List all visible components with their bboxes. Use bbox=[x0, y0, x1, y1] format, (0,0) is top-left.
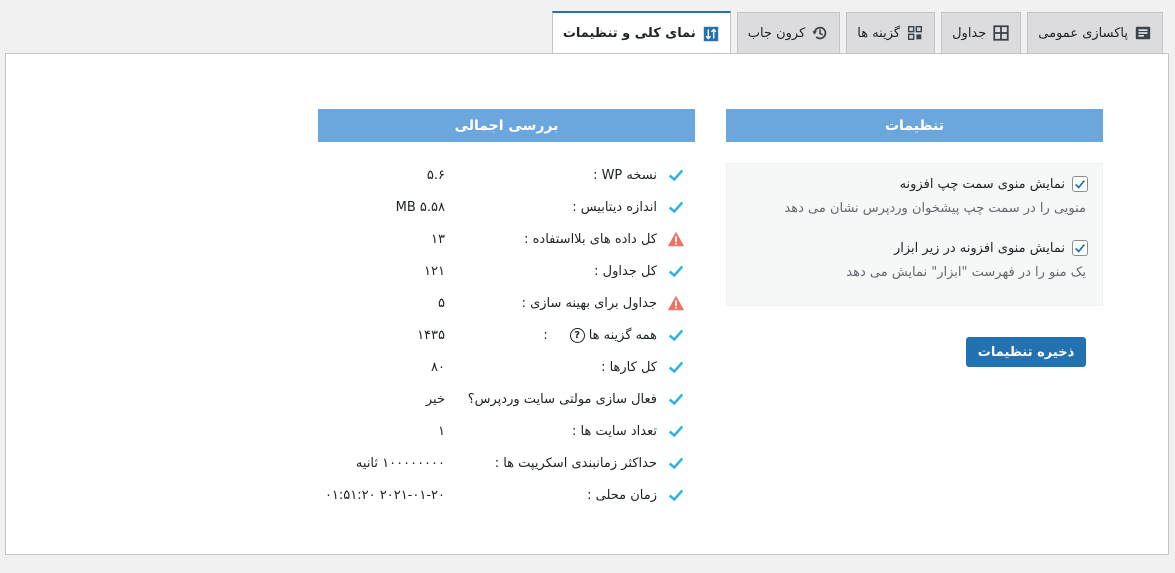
notes-icon bbox=[1134, 24, 1152, 42]
stat-label: اندازه دیتابیس : bbox=[572, 199, 657, 215]
table-icon bbox=[992, 24, 1010, 42]
stat-row: اندازه دیتابیس : MB ۵.۵۸ bbox=[318, 191, 695, 223]
stat-value: ۲۰۲۱-۰۱-۲۰ ۰۱:۵۱:۲۰ bbox=[324, 487, 445, 503]
check-icon bbox=[667, 358, 685, 376]
checkmark-icon bbox=[1075, 179, 1086, 189]
tab-cron-jobs[interactable]: کرون جاب bbox=[736, 12, 841, 53]
stat-label: زمان محلی : bbox=[587, 487, 657, 503]
check-icon bbox=[667, 326, 685, 344]
warning-icon bbox=[667, 230, 685, 248]
stat-value: ۱۲۱ bbox=[424, 263, 445, 279]
checkmark-icon bbox=[1075, 243, 1086, 253]
stat-row: فعال سازی مولتی سایت وردپرس؟ خیر bbox=[318, 383, 695, 415]
tools-menu-checkbox[interactable] bbox=[1072, 240, 1088, 256]
tab-label: پاکسازی عمومی bbox=[1038, 25, 1128, 41]
settings-box: نمایش منوی سمت چپ افزونه منویی را در سمت… bbox=[726, 163, 1103, 306]
tab-general-cleanup[interactable]: پاکسازی عمومی bbox=[1027, 12, 1163, 53]
stat-value: خیر bbox=[425, 391, 445, 407]
main-panel: تنظیمات نمایش منوی سمت چپ افزونه منویی ر… bbox=[5, 53, 1169, 555]
stat-row: زمان محلی : ۲۰۲۱-۰۱-۲۰ ۰۱:۵۱:۲۰ bbox=[318, 479, 695, 511]
help-icon[interactable]: ? bbox=[569, 327, 585, 343]
tab-bar: پاکسازی عمومی جداول گزینه ها کرون جاب نم… bbox=[551, 10, 1163, 54]
check-icon bbox=[667, 454, 685, 472]
stats-list: نسخه WP : ۵.۶ اندازه دیتابیس : MB ۵.۵۸ ک… bbox=[318, 159, 695, 511]
history-icon bbox=[811, 24, 829, 42]
tab-label: گزینه ها bbox=[857, 25, 901, 41]
stat-value: ۵.۶ bbox=[426, 167, 445, 183]
option-left-menu: نمایش منوی سمت چپ افزونه منویی را در سمت… bbox=[741, 176, 1088, 216]
stat-label: کل کارها : bbox=[601, 359, 657, 375]
save-settings-button[interactable]: ذخیره تنظیمات bbox=[966, 337, 1086, 367]
tab-overview-settings[interactable]: نمای کلی و تنظیمات bbox=[551, 11, 731, 54]
option-description: منویی را در سمت چپ پیشخوان وردپرس نشان م… bbox=[784, 201, 1086, 216]
stat-value: ۱۳ bbox=[431, 231, 445, 247]
check-icon bbox=[667, 390, 685, 408]
overview-section: بررسی اجمالی نسخه WP : ۵.۶ اندازه دیتابی… bbox=[318, 109, 695, 511]
options-grid-icon bbox=[906, 24, 924, 42]
stat-row: تعداد سایت ها : ۱ bbox=[318, 415, 695, 447]
check-icon bbox=[667, 198, 685, 216]
stat-label: تعداد سایت ها : bbox=[572, 423, 657, 439]
stat-value: ۵ bbox=[438, 295, 445, 311]
stat-value: ۸۰ bbox=[431, 359, 445, 375]
stat-label-text: همه گزینه ها bbox=[588, 327, 657, 343]
stat-label: کل داده های بلااستفاده : bbox=[524, 231, 657, 247]
check-icon bbox=[667, 166, 685, 184]
stat-value: ۱۰۰۰۰۰۰۰۰ ثانیه bbox=[355, 455, 445, 471]
tab-label: جداول bbox=[952, 25, 987, 41]
stat-value: ۱ bbox=[438, 423, 445, 439]
stat-row: کل جداول : ۱۲۱ bbox=[318, 255, 695, 287]
stat-value: ۱۴۳۵ bbox=[417, 327, 445, 343]
stat-label: همه گزینه ها ? : bbox=[543, 327, 657, 343]
tab-label: نمای کلی و تنظیمات bbox=[562, 26, 696, 41]
check-icon bbox=[667, 262, 685, 280]
stat-row: کل داده های بلااستفاده : ۱۳ bbox=[318, 223, 695, 255]
check-icon bbox=[667, 486, 685, 504]
stat-row: حداکثر زمانبندی اسکریپت ها : ۱۰۰۰۰۰۰۰۰ ث… bbox=[318, 447, 695, 479]
warning-icon bbox=[667, 294, 685, 312]
tab-tables[interactable]: جداول bbox=[941, 12, 1022, 53]
stat-label: کل جداول : bbox=[594, 263, 657, 279]
option-description: یک منو را در فهرست "ابزار" نمایش می دهد bbox=[846, 265, 1086, 280]
tab-options[interactable]: گزینه ها bbox=[846, 12, 936, 53]
left-menu-checkbox[interactable] bbox=[1072, 176, 1088, 192]
settings-section: تنظیمات نمایش منوی سمت چپ افزونه منویی ر… bbox=[726, 109, 1103, 367]
option-tools-menu: نمایش منوی افزونه در زیر ابزار یک منو را… bbox=[741, 240, 1088, 280]
stat-label: جداول برای بهینه سازی : bbox=[521, 295, 657, 311]
stat-row: نسخه WP : ۵.۶ bbox=[318, 159, 695, 191]
stat-label: حداکثر زمانبندی اسکریپت ها : bbox=[494, 455, 657, 471]
stat-label: نسخه WP : bbox=[593, 167, 657, 183]
stat-value: MB ۵.۵۸ bbox=[395, 199, 445, 215]
overview-header: بررسی اجمالی bbox=[318, 109, 695, 142]
stat-label: فعال سازی مولتی سایت وردپرس؟ bbox=[467, 391, 657, 407]
option-label: نمایش منوی سمت چپ افزونه bbox=[899, 176, 1065, 192]
stat-row: جداول برای بهینه سازی : ۵ bbox=[318, 287, 695, 319]
stat-label-suffix: : bbox=[543, 327, 548, 343]
sort-icon bbox=[702, 25, 720, 43]
settings-header: تنظیمات bbox=[726, 109, 1103, 142]
stat-row: همه گزینه ها ? : ۱۴۳۵ bbox=[318, 319, 695, 351]
option-label: نمایش منوی افزونه در زیر ابزار bbox=[893, 240, 1065, 256]
stat-row: کل کارها : ۸۰ bbox=[318, 351, 695, 383]
tab-label: کرون جاب bbox=[747, 25, 806, 41]
check-icon bbox=[667, 422, 685, 440]
